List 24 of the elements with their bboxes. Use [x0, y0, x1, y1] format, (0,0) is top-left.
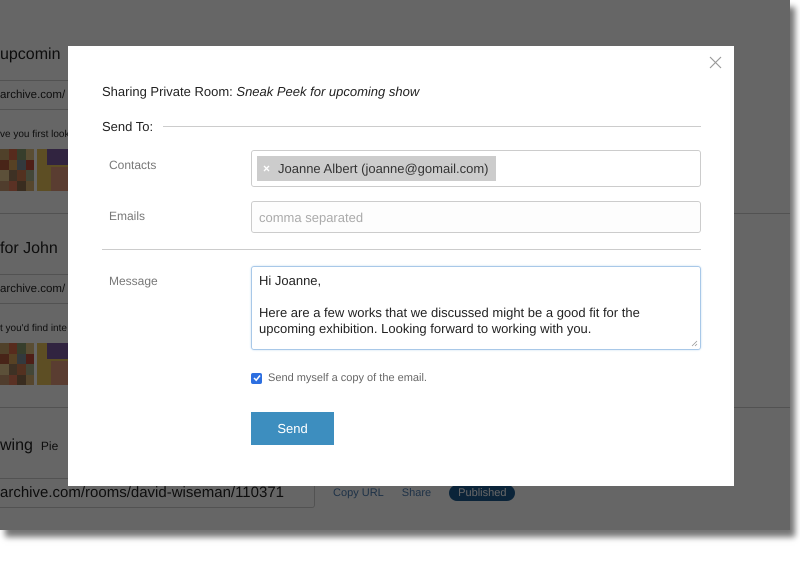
room-title: wing [0, 436, 33, 456]
remove-icon[interactable] [263, 165, 270, 172]
close-icon[interactable] [709, 56, 722, 69]
artwork-thumbnail [37, 343, 71, 385]
checkbox-label: Send myself a copy of the email. [268, 372, 427, 384]
field-label: Message [108, 273, 159, 290]
resize-grip-icon[interactable] [691, 340, 698, 347]
field-label: Contacts [108, 157, 158, 174]
section-label: Send To: [102, 119, 154, 134]
field-label: Emails [108, 208, 146, 225]
contact-chip[interactable]: Joanne Albert (joanne@gomail.com) [257, 156, 496, 181]
checkbox[interactable] [251, 372, 262, 384]
room-title: upcomin [0, 45, 60, 65]
emails-field[interactable]: comma separated [251, 201, 701, 233]
status-badge: Published [449, 485, 516, 501]
room-subtitle: Pie [40, 439, 58, 453]
artwork-thumbnail [0, 343, 34, 385]
artwork-thumbnail [37, 149, 71, 191]
artwork-thumbnail [0, 149, 34, 191]
room-title: for John [0, 239, 58, 259]
room-description: t you'd find inte [0, 323, 67, 334]
contacts-field[interactable]: Joanne Albert (joanne@gomail.com) [251, 150, 701, 187]
message-field[interactable]: Hi Joanne, Here are a few works that we discussed might be a good fit for the upcoming exhibition. Looking forward to working with you. [251, 266, 701, 350]
send-button[interactable]: Send [251, 412, 334, 445]
